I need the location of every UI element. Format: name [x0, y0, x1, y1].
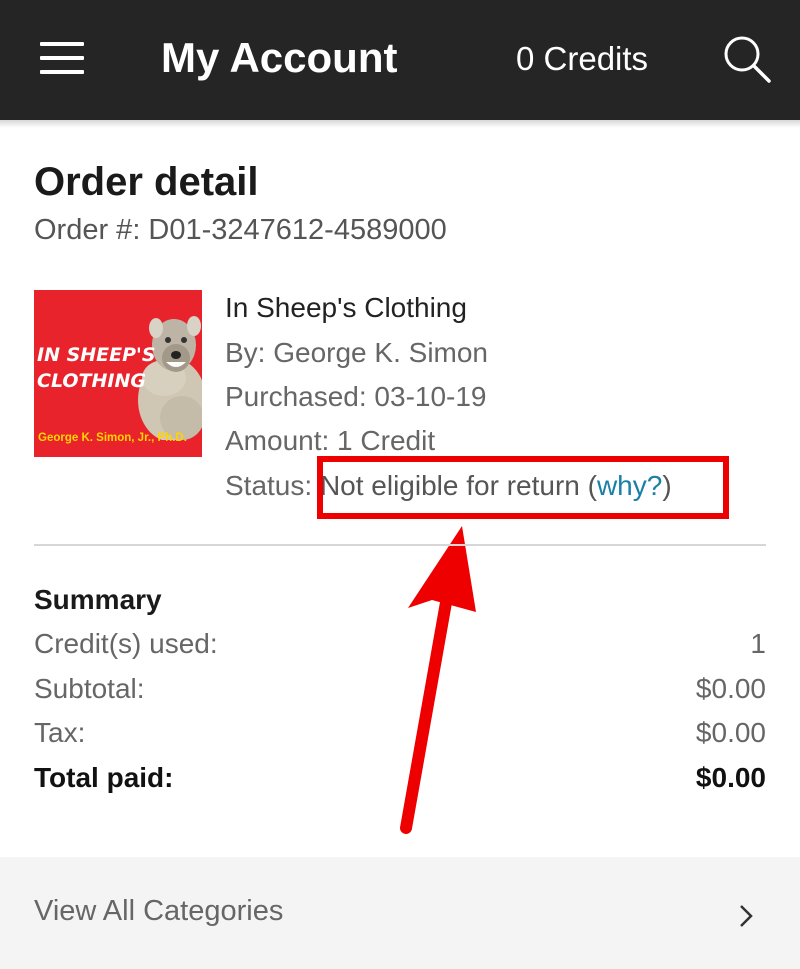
summary-heading: Summary [34, 584, 162, 615]
page-title: My Account [161, 34, 398, 81]
cover-author: George K. Simon, Jr., Ph.D. [38, 432, 187, 444]
book-author: By: George K. Simon [225, 337, 489, 368]
section-divider [34, 544, 766, 546]
tax-label: Tax: [34, 717, 86, 748]
credits-used-label: Credit(s) used: [34, 628, 218, 659]
order-detail-heading: Order detail [34, 160, 259, 204]
credits-used-value: 1 [750, 628, 766, 659]
search-icon[interactable] [722, 34, 772, 84]
subtotal-label: Subtotal: [34, 673, 145, 704]
book-title[interactable]: In Sheep's Clothing [225, 292, 467, 324]
total-paid-value: $0.00 [695, 762, 766, 793]
chevron-right-icon [740, 905, 753, 927]
view-all-categories-label: View All Categories [34, 895, 284, 927]
cover-title: IN SHEEP'S CLOTHING [37, 344, 156, 392]
status-label: Status: [225, 470, 320, 501]
total-paid-label: Total paid: [34, 762, 174, 793]
subtotal-value: $0.00 [695, 673, 766, 704]
book-cover-image[interactable]: IN SHEEP'S CLOTHING George K. Simon, Jr.… [34, 290, 202, 457]
hamburger-menu-icon[interactable] [40, 42, 84, 74]
credits-balance[interactable]: 0 Credits [516, 40, 648, 78]
header-shadow [0, 120, 800, 128]
amount: Amount: 1 Credit [225, 425, 436, 456]
view-all-categories-link[interactable]: View All Categories [0, 857, 800, 969]
purchase-date: Purchased: 03-10-19 [225, 381, 487, 412]
order-number: Order #: D01-3247612-4589000 [34, 214, 447, 246]
app-header: My Account 0 Credits [0, 0, 800, 120]
tax-value: $0.00 [695, 717, 766, 748]
annotation-highlight-box [317, 456, 729, 519]
